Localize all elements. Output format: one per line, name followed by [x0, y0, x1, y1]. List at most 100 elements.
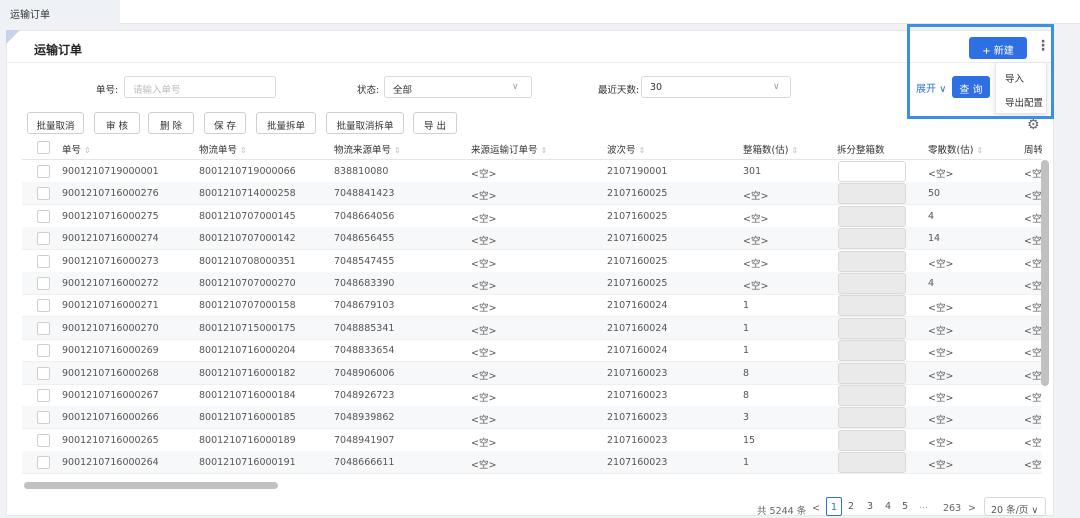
approve-button[interactable]: 审 核	[94, 112, 140, 134]
split-boxes-input[interactable]	[838, 205, 906, 227]
cell-logistics-source-no: 838810080	[334, 166, 389, 177]
row-checkbox[interactable]	[37, 187, 50, 201]
split-boxes-input[interactable]	[838, 452, 906, 474]
order-no-input[interactable]: 请输入单号	[124, 76, 276, 98]
batch-cancel-button[interactable]: 批量取消	[27, 112, 84, 134]
page-size-select[interactable]: 20 条/页 ∨	[984, 497, 1046, 516]
table-row[interactable]: 9001210716000270 8001210715000175 70488853…	[22, 316, 1042, 340]
row-checkbox[interactable]	[37, 366, 50, 380]
tab-transport-orders[interactable]: 运输订单	[0, 0, 120, 24]
table-row[interactable]: 9001210716000272 8001210707000270 70486833…	[22, 272, 1042, 295]
gear-icon[interactable]: ⚙	[1027, 117, 1040, 133]
col-loose-count[interactable]: 零散数(估) ⇕	[928, 142, 983, 156]
row-checkbox[interactable]	[37, 254, 50, 268]
split-boxes-input[interactable]	[838, 273, 906, 294]
split-boxes-input[interactable]	[838, 317, 906, 339]
table-row[interactable]: 9001210719000001 8001210719000066 83881008…	[22, 160, 1042, 183]
row-checkbox[interactable]	[37, 389, 50, 402]
col-order-no[interactable]: 单号 ⇕	[62, 142, 91, 156]
batch-split-button[interactable]: 批量拆单	[256, 112, 316, 134]
table-row[interactable]: 9001210716000266 8001210716000185 70489398…	[22, 406, 1042, 430]
col-source-transport-no[interactable]: 来源运输订单号 ⇕	[471, 142, 547, 156]
cell-full-boxes: 1	[743, 300, 750, 312]
cell-wave-no: 2107160024	[607, 322, 668, 334]
cell-logistics-no: 8001210707000270	[199, 278, 296, 289]
sort-icon: ⇕	[394, 146, 401, 155]
cell-source-transport-no: <空>	[471, 236, 497, 248]
pagination-ellipsis[interactable]: ···	[919, 503, 928, 514]
select-all-checkbox[interactable]	[37, 141, 50, 154]
export-button[interactable]: 导 出	[413, 112, 457, 134]
page-4[interactable]: 4	[880, 497, 896, 516]
table-row[interactable]: 9001210716000276 8001210714000258 70488414…	[22, 182, 1042, 206]
cell-logistics-no: 8001210719000066	[199, 166, 296, 177]
table-row[interactable]: 9001210716000275 8001210707000145 70486640…	[22, 205, 1042, 228]
row-checkbox[interactable]	[37, 344, 50, 358]
total-count: 共 5244 条	[757, 506, 807, 517]
table-row[interactable]: 9001210716000265 8001210716000189 70489419…	[22, 429, 1042, 452]
row-checkbox[interactable]	[37, 456, 50, 470]
cell-turnover: <空	[1024, 281, 1042, 292]
cell-loose-count: 4	[928, 210, 935, 222]
split-boxes-input[interactable]	[838, 250, 906, 272]
page-5[interactable]: 5	[897, 497, 913, 516]
cell-loose-count: <空>	[928, 415, 954, 427]
split-boxes-input[interactable]	[838, 407, 906, 429]
row-checkbox[interactable]	[37, 232, 50, 246]
cell-loose-count: 14	[928, 233, 941, 245]
row-checkbox[interactable]	[37, 433, 50, 447]
cell-turnover: <空	[1024, 415, 1042, 427]
horizontal-scrollbar[interactable]	[24, 482, 278, 489]
row-checkbox[interactable]	[37, 299, 50, 313]
page-last[interactable]: 263	[943, 503, 961, 514]
cell-source-transport-no: <空>	[471, 348, 497, 360]
split-boxes-input[interactable]	[838, 340, 906, 362]
delete-button[interactable]: 删 除	[148, 112, 194, 134]
col-full-boxes[interactable]: 整箱数(估) ⇕	[743, 142, 798, 156]
table-row[interactable]: 9001210716000271 8001210707000158 70486791…	[22, 294, 1042, 318]
next-page-button[interactable]: >	[968, 503, 976, 514]
highlight-box	[907, 24, 1054, 119]
table-row[interactable]: 9001210716000268 8001210716000182 70489060…	[22, 361, 1042, 385]
cell-full-boxes: 3	[743, 412, 750, 424]
cell-full-boxes: 301	[743, 166, 762, 177]
split-boxes-input[interactable]	[838, 385, 906, 406]
row-checkbox[interactable]	[37, 411, 50, 425]
batch-cancel-split-button[interactable]: 批量取消拆单	[326, 112, 404, 134]
cell-full-boxes: 1	[743, 457, 750, 469]
split-boxes-input[interactable]	[838, 429, 906, 451]
page-2[interactable]: 2	[843, 497, 859, 516]
row-checkbox[interactable]	[37, 165, 50, 178]
col-wave-no[interactable]: 波次号 ⇕	[607, 142, 645, 156]
col-logistics-source-no[interactable]: 物流来源单号 ⇕	[334, 142, 401, 156]
cell-wave-no: 2107160023	[607, 390, 668, 401]
status-select[interactable]: 全部	[384, 76, 532, 98]
cell-loose-count: <空>	[928, 303, 954, 315]
table-row[interactable]: 9001210716000273 8001210708000351 70485474…	[22, 250, 1042, 273]
row-checkbox[interactable]	[37, 321, 50, 335]
save-button[interactable]: 保 存	[204, 112, 246, 134]
page-3[interactable]: 3	[862, 497, 878, 516]
prev-page-button[interactable]: <	[812, 503, 820, 514]
cell-order-no: 9001210716000268	[62, 367, 159, 379]
table-row[interactable]: 9001210716000267 8001210716000184 70489267…	[22, 384, 1042, 407]
row-checkbox[interactable]	[37, 277, 50, 290]
col-logistics-no[interactable]: 物流单号 ⇕	[199, 142, 247, 156]
cell-full-boxes: 1	[743, 345, 750, 357]
split-boxes-input[interactable]	[838, 295, 906, 317]
sort-icon: ⇕	[791, 146, 799, 155]
cell-source-transport-no: <空>	[471, 258, 497, 270]
table-row[interactable]: 9001210716000274 8001210707000142 70486564…	[22, 227, 1042, 251]
table-row[interactable]: 9001210716000264 8001210716000191 70486666…	[22, 451, 1042, 475]
table-row[interactable]: 9001210716000269 8001210716000204 70488336…	[22, 339, 1042, 363]
split-boxes-input[interactable]	[838, 228, 906, 250]
recent-days-select[interactable]: 30	[641, 76, 791, 98]
vertical-scrollbar[interactable]	[1041, 160, 1049, 386]
row-checkbox[interactable]	[37, 209, 50, 223]
cell-turnover: <空	[1024, 393, 1042, 404]
page-1[interactable]: 1	[826, 497, 842, 516]
split-boxes-input[interactable]	[838, 183, 906, 205]
split-boxes-input[interactable]	[838, 362, 906, 384]
cell-logistics-source-no: 7048841423	[334, 188, 395, 200]
split-boxes-input[interactable]	[838, 161, 906, 182]
